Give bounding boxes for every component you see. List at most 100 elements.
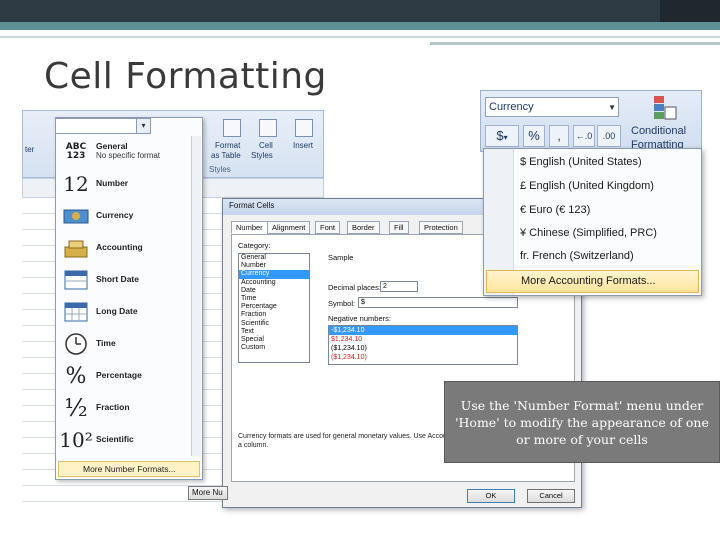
accounting-option-usd[interactable]: $ English (United States) [520,156,642,168]
number-format-value: Currency [489,101,534,113]
accounting-format-button[interactable]: $▾ [485,125,519,147]
more-number-formats-label: More Number Formats... [83,464,176,474]
chevron-down-icon[interactable]: ▾ [136,119,150,133]
category-item[interactable]: Percentage [239,303,309,311]
number-12-icon: 12 [63,172,89,196]
slide-title: Cell Formatting [44,56,327,97]
ribbon-styles-label[interactable]: Styles [251,151,273,160]
more-accounting-formats-label: More Accounting Formats... [521,275,656,287]
nf-item-percentage[interactable]: % Percentage [58,360,200,392]
ribbon-format-label[interactable]: Format [215,141,240,150]
clock-icon [61,330,91,358]
accounting-icon [61,234,91,262]
chevron-down-icon[interactable]: ▾ [504,133,508,142]
category-list[interactable]: General Number Currency Accounting Date … [238,253,310,363]
more-number-formats-button-partial[interactable]: More Nu [188,486,228,500]
category-item-selected[interactable]: Currency [239,270,309,279]
category-item[interactable]: Date [239,287,309,295]
nf-item-currency[interactable]: Currency [58,200,200,232]
chevron-down-icon[interactable]: ▼ [608,99,616,117]
callout-text: Use the 'Number Format' menu under 'Home… [455,397,709,447]
category-item[interactable]: Custom [239,344,309,352]
decrease-decimal-icon[interactable]: .00 [597,125,621,147]
negative-numbers-label: Negative numbers: [328,314,391,323]
ok-button[interactable]: OK [467,489,515,503]
tab-number[interactable]: Number [231,221,268,234]
symbol-label: Symbol: [328,299,356,308]
nf-item-label: Time [96,338,116,348]
negative-number-option[interactable]: ($1,234.10) [329,344,517,353]
category-item[interactable]: Special [239,336,309,344]
nf-item-label: Long Date [96,306,138,316]
category-item[interactable]: Accounting [239,279,309,287]
comma-style-button[interactable]: , [549,125,569,147]
nf-item-label: Currency [96,210,134,220]
number-format-select[interactable]: Currency ▼ [485,97,619,117]
number-group-ribbon: Currency ▼ $▾ % , ←.0 .00 Conditional Fo… [480,90,702,152]
slide-divider [0,36,720,38]
nf-item-label: Accounting [96,242,143,252]
decimal-places-input[interactable]: 2 [380,281,418,292]
ribbon-cell-label[interactable]: Cell [259,141,273,150]
nf-item-scientific[interactable]: 10² Scientific [58,424,200,456]
accounting-option-cny[interactable]: ¥ Chinese (Simplified, PRC) [520,227,657,239]
nf-item-accounting[interactable]: Accounting [58,232,200,264]
symbol-select[interactable]: $ [358,297,518,308]
nf-item-time[interactable]: Time [58,328,200,360]
tab-alignment[interactable]: Alignment [267,221,311,234]
category-item[interactable]: Scientific [239,320,309,328]
tab-fill[interactable]: Fill [389,221,409,234]
tab-font[interactable]: Font [315,221,341,234]
cancel-button[interactable]: Cancel [527,489,575,503]
sample-label: Sample [328,253,354,262]
scientific-icon: 10² [59,428,93,452]
nf-item-long-date[interactable]: Long Date [58,296,200,328]
negative-number-option[interactable]: $1,234.10 [329,335,517,344]
increase-decimal-icon[interactable]: ←.0 [573,125,595,147]
nf-item-number[interactable]: 12 Number [58,168,200,200]
number-format-combo[interactable]: ▾ [55,118,151,134]
ribbon-as-table-label[interactable]: as Table [211,151,241,160]
negative-number-option[interactable]: ($1,234.10) [329,353,517,362]
calendar-grid-icon [61,298,91,326]
nf-item-label: General [96,141,128,151]
accounting-format-menu: $ English (United States) £ English (Uni… [483,148,702,296]
nf-item-sub: No specific format [96,151,161,160]
accounting-option-gbp[interactable]: £ English (United Kingdom) [520,180,654,192]
category-item[interactable]: General [239,254,309,262]
ribbon-ter-fragment: ter [25,145,35,154]
dollar-icon: $ [496,128,504,143]
dialog-title: Format Cells [229,201,275,210]
category-item[interactable]: Time [239,295,309,303]
more-number-formats-button[interactable]: More Number Formats... [58,461,200,477]
negative-numbers-list[interactable]: -$1,234.10 $1,234.10 ($1,234.10) ($1,234… [328,325,518,365]
nf-item-label: Fraction [96,402,130,412]
ribbon-insert-label[interactable]: Insert [293,141,313,150]
decimal-places-label: Decimal places: [328,283,381,292]
category-item[interactable]: Fraction [239,311,309,319]
tab-protection[interactable]: Protection [419,221,463,234]
slide-header-corner [660,0,720,22]
conditional-formatting-icon[interactable] [653,95,677,121]
nf-item-fraction[interactable]: ½ Fraction [58,392,200,424]
category-label: Category: [238,241,271,250]
more-accounting-formats-button[interactable]: More Accounting Formats... [486,270,699,293]
category-item[interactable]: Text [239,328,309,336]
percent-style-button[interactable]: % [523,125,545,147]
cell-styles-icon[interactable] [259,119,277,137]
conditional-formatting-label[interactable]: Conditional [631,125,686,137]
nf-item-general[interactable]: ABC 123 General No specific format [58,136,200,168]
nf-item-label: Short Date [96,274,139,284]
accounting-option-eur[interactable]: € Euro (€ 123) [520,204,590,216]
negative-number-option[interactable]: -$1,234.10 [329,326,517,335]
category-item[interactable]: Number [239,262,309,270]
nf-item-short-date[interactable]: Short Date [58,264,200,296]
tab-border[interactable]: Border [347,221,380,234]
nf-item-label: Number [96,178,129,188]
slide-divider-short [430,42,720,45]
dropdown-scrollbar[interactable] [191,136,201,456]
insert-cells-icon[interactable] [295,119,313,137]
fraction-icon: ½ [64,394,88,422]
accounting-option-chf[interactable]: fr. French (Switzerland) [520,250,634,262]
format-painter-icon[interactable] [223,119,241,137]
